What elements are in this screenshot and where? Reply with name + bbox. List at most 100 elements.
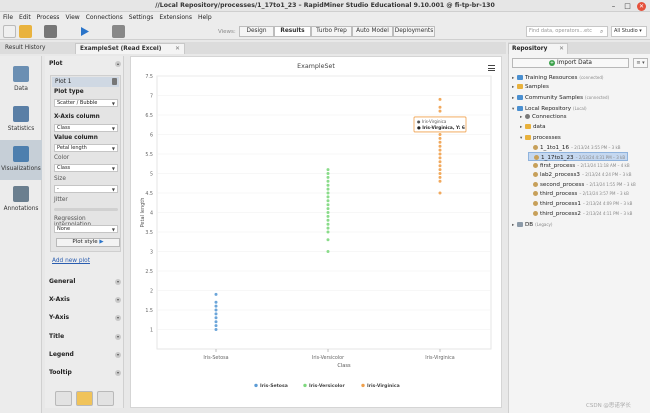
search-icon[interactable]: ⌕: [600, 28, 603, 36]
nav-data[interactable]: Data: [0, 60, 42, 100]
open-folder-icon[interactable]: [19, 25, 32, 38]
size-label: Size: [54, 176, 66, 182]
open-config-icon[interactable]: [76, 391, 93, 406]
repository-item-label: lab2_process3: [540, 172, 580, 178]
repository-item[interactable]: third_process1– 2/13/24 4:09 PM – 3 kB: [528, 199, 632, 208]
save-icon[interactable]: [44, 25, 57, 38]
view-tab-design[interactable]: Design: [239, 26, 274, 37]
section-general[interactable]: General ▾: [45, 277, 124, 287]
view-tab-deployments[interactable]: Deployments: [393, 26, 435, 37]
folder-icon: [525, 134, 531, 140]
run-icon[interactable]: [78, 25, 91, 38]
expand-icon[interactable]: ▾: [115, 352, 121, 358]
repository-item-label: third_process2: [540, 211, 581, 217]
tab-exampleset-label: ExampleSet (Read Excel): [80, 46, 162, 52]
new-process-icon[interactable]: [3, 25, 16, 38]
section-plot[interactable]: Plot ▴: [45, 59, 124, 69]
section-y-axis[interactable]: Y-Axis ▾: [45, 313, 124, 323]
tab-close-icon[interactable]: ✕: [559, 44, 564, 54]
repository-item[interactable]: ▾ processes: [520, 134, 561, 143]
x-axis-select[interactable]: Class ▼: [54, 124, 118, 132]
repository-item[interactable]: ▸ Samples: [512, 83, 549, 92]
proc-icon: [533, 200, 538, 206]
color-select[interactable]: Class ▼: [54, 164, 118, 172]
folder-icon: [517, 83, 523, 89]
regression-select[interactable]: None ▼: [54, 225, 118, 233]
repository-item[interactable]: lab2_process3– 2/13/24 4:24 PM – 3 kB: [528, 170, 631, 179]
repository-item[interactable]: 1_1to1_16– 2/13/24 3:55 PM – 3 kB: [528, 143, 621, 152]
repository-item[interactable]: ▾ Local Repository (Local): [512, 104, 587, 113]
maximize-button[interactable]: □: [623, 2, 632, 10]
repository-item[interactable]: ▸ Community Samples (connected): [512, 93, 609, 102]
section-legend[interactable]: Legend ▾: [45, 350, 124, 360]
close-button[interactable]: ✕: [637, 2, 646, 11]
collapse-icon[interactable]: ▴: [115, 61, 121, 67]
y-tick-label: 7.5: [145, 74, 153, 80]
legend-label: Iris-Versicolor: [309, 383, 345, 389]
save-config-icon[interactable]: [55, 391, 72, 406]
menu-file[interactable]: File: [3, 14, 13, 21]
repository-item[interactable]: third_process2– 2/13/24 4:11 PM – 3 kB: [528, 209, 632, 218]
menu-help[interactable]: Help: [198, 14, 212, 21]
size-select[interactable]: - ▼: [54, 185, 118, 193]
repository-item[interactable]: first_process – 2/13/24 11:18 AM – 4 kB: [528, 161, 630, 170]
nav-statistics[interactable]: Statistics: [0, 100, 42, 140]
chart-icon: [13, 146, 29, 162]
tab-close-icon[interactable]: ✕: [175, 44, 180, 55]
x-axis-value: Class: [57, 125, 71, 131]
minimize-button[interactable]: –: [609, 2, 618, 10]
stop-icon[interactable]: [112, 25, 125, 38]
tab-repository[interactable]: Repository ✕: [508, 43, 568, 54]
plot-1-header[interactable]: Plot 1: [52, 77, 119, 87]
expand-icon[interactable]: ▾: [115, 334, 121, 340]
repository-item[interactable]: third_process – 2/13/24 3:57 PM – 3 kB: [528, 189, 629, 198]
repository-item[interactable]: second_process – 2/13/24 1:55 PM – 3 kB: [528, 180, 636, 189]
menu-process[interactable]: Process: [37, 14, 60, 21]
refresh-icon[interactable]: [97, 391, 114, 406]
menu-settings[interactable]: Settings: [129, 14, 154, 21]
view-tab-results[interactable]: Results: [274, 26, 311, 37]
repository-item[interactable]: 1_17to1_23– 2/13/24 4:31 PM – 3 kB: [528, 152, 629, 161]
value-column-select[interactable]: Petal length ▼: [54, 144, 118, 152]
plot-style-button[interactable]: Plot style ▶: [56, 238, 120, 247]
expand-icon[interactable]: ▾: [115, 315, 121, 321]
menu-view[interactable]: View: [65, 14, 79, 21]
nav-visualizations[interactable]: Visualizations: [0, 140, 42, 180]
add-new-plot-link[interactable]: Add new plot: [52, 258, 90, 264]
data-point: [214, 300, 218, 304]
view-tab-auto-model[interactable]: Auto Model: [352, 26, 393, 37]
menu-extensions[interactable]: Extensions: [159, 14, 192, 21]
dropdown-arrow-icon: ▼: [111, 101, 115, 106]
data-point: [326, 238, 330, 242]
repository-item[interactable]: ▸ Training Resources (connected): [512, 73, 604, 82]
view-tab-turbo-prep[interactable]: Turbo Prep: [311, 26, 352, 37]
section-x-axis[interactable]: X-Axis ▾: [45, 295, 124, 305]
repository-item[interactable]: ▸ Connections: [520, 113, 567, 122]
repository-item[interactable]: ▸ DB (Legacy): [512, 220, 552, 229]
delete-plot-icon[interactable]: [112, 78, 117, 85]
repository-item[interactable]: ▸ data: [520, 123, 546, 132]
import-data-button[interactable]: + Import Data: [512, 58, 629, 68]
repository-item-meta: – 2/13/24 4:24 PM – 3 kB: [581, 172, 632, 177]
section-tooltip[interactable]: Tooltip ▾: [45, 368, 124, 378]
menu-edit[interactable]: Edit: [19, 14, 31, 21]
studio-scope-select[interactable]: All Studio ▾: [611, 26, 647, 37]
nav-annotations[interactable]: Annotations: [0, 180, 42, 220]
tab-exampleset[interactable]: ExampleSet (Read Excel) ✕: [75, 43, 185, 54]
expand-icon[interactable]: ▾: [115, 297, 121, 303]
jitter-slider[interactable]: [54, 208, 118, 211]
search-input[interactable]: Find data, operators...etc: [526, 26, 608, 37]
data-point: [438, 156, 442, 160]
sigma-icon: [13, 106, 29, 122]
section-title[interactable]: Title ▾: [45, 332, 124, 342]
repository-menu-button[interactable]: ≡ ▾: [633, 58, 648, 68]
expand-icon[interactable]: ▾: [115, 370, 121, 376]
tab-result-history[interactable]: Result History: [1, 43, 73, 54]
y-tick-label: 2.5: [145, 269, 153, 275]
tooltip-text: ● Iris-Virginica, Y: 6: [417, 125, 465, 131]
x-tick-label: Iris-Virginica: [425, 355, 454, 361]
menu-connections[interactable]: Connections: [86, 14, 123, 21]
x-tick-label: Iris-Versicolor: [312, 355, 344, 361]
plot-type-select[interactable]: Scatter / Bubble ▼: [54, 99, 118, 107]
expand-icon[interactable]: ▾: [115, 279, 121, 285]
